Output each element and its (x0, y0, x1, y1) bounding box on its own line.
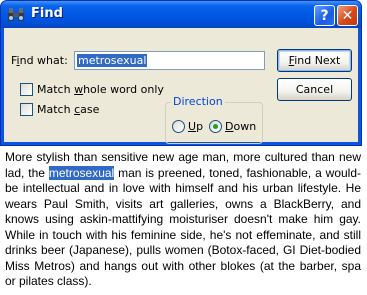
match-case-checkbox[interactable] (20, 103, 33, 116)
title-bar[interactable]: Find ? ✕ (1, 1, 361, 28)
search-match-highlight: metrosexual (48, 165, 115, 180)
find-next-button[interactable]: Find Next (277, 49, 352, 72)
find-what-input[interactable]: metrosexual (74, 51, 265, 70)
radio-selected-dot (213, 124, 218, 129)
binoculars-icon (8, 8, 24, 21)
dialog-title: Find (31, 6, 63, 21)
match-whole-word-label[interactable]: Match whole word only (37, 83, 164, 96)
help-question-icon[interactable]: ? (314, 5, 335, 26)
cancel-button[interactable]: Cancel (277, 78, 352, 101)
dialog-client-area: Find what: metrosexual Find Next Cancel … (4, 28, 358, 144)
find-dialog: Find ? ✕ Find what: metrosexual Find Nex… (0, 0, 362, 146)
direction-up-radio[interactable] (172, 120, 185, 133)
direction-down-label[interactable]: Down (225, 120, 256, 133)
direction-down-radio[interactable] (209, 120, 222, 133)
match-whole-word-checkbox[interactable] (20, 83, 33, 96)
find-what-label: Find what: (11, 54, 68, 67)
direction-up-label[interactable]: Up (188, 120, 203, 133)
direction-label: Direction (171, 95, 225, 108)
find-what-selected-text: metrosexual (77, 54, 148, 67)
document-text-after: man is preened, toned, fashionable, a wo… (5, 165, 362, 289)
direction-groupbox: Direction Up Down (165, 95, 263, 144)
match-case-label[interactable]: Match case (37, 103, 99, 116)
close-x-icon[interactable]: ✕ (337, 5, 358, 26)
document-text: More stylish than sensitive new age man,… (5, 150, 361, 290)
